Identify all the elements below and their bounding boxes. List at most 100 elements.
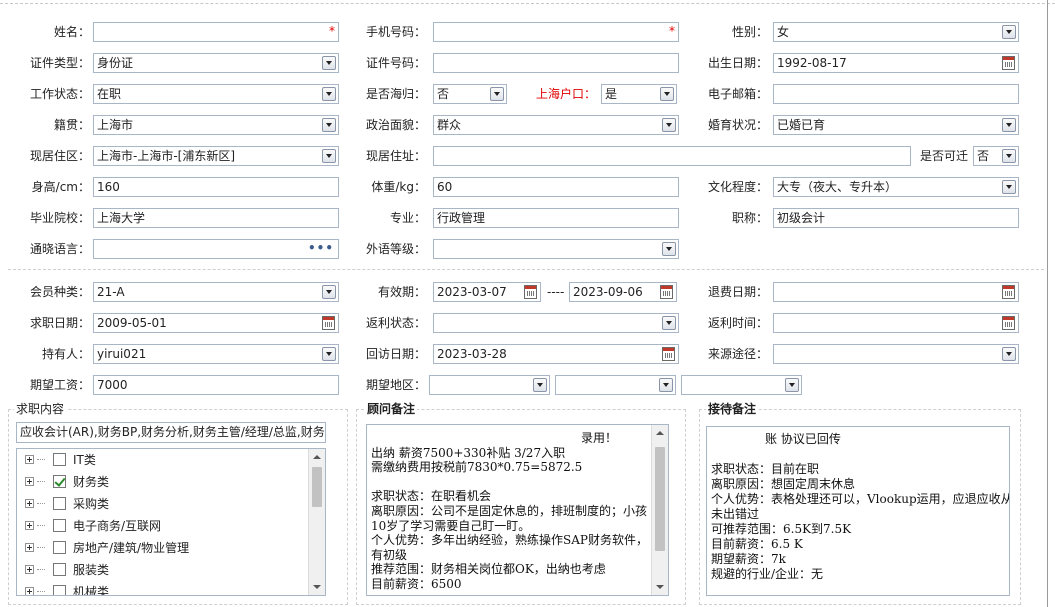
scroll-down-icon[interactable] (652, 579, 668, 595)
chevron-down-icon[interactable] (659, 378, 673, 392)
plus-icon[interactable] (25, 477, 34, 486)
tree-connector (37, 569, 45, 570)
chevron-down-icon[interactable] (1002, 149, 1016, 163)
plus-icon[interactable] (25, 543, 34, 552)
current-address-input[interactable] (433, 146, 911, 166)
current-address-label: 现居住址： (365, 149, 426, 163)
rebate-status-select[interactable] (433, 313, 679, 333)
chevron-down-icon[interactable] (1002, 347, 1016, 361)
can-relocate-label: 是否可迁 (919, 149, 968, 163)
reception-notes-textarea[interactable]: 账 协议已回传 求职状态：目前在职 离职原因：想固定周末休息 个人优势：表格处理还可以… (706, 426, 1010, 596)
chevron-down-icon[interactable] (1002, 118, 1016, 132)
chevron-down-icon[interactable] (322, 87, 336, 101)
chevron-down-icon[interactable] (533, 378, 547, 392)
chevron-down-icon[interactable] (662, 118, 676, 132)
chevron-down-icon[interactable] (322, 347, 336, 361)
native-place-select[interactable]: 上海市 (93, 115, 339, 135)
plus-icon[interactable] (25, 455, 34, 464)
scroll-up-icon[interactable] (309, 449, 325, 465)
languages-input[interactable]: ••• (93, 239, 339, 259)
chevron-down-icon[interactable] (322, 149, 336, 163)
chevron-down-icon[interactable] (322, 118, 336, 132)
expected-region-province-select[interactable] (429, 375, 550, 395)
calendar-icon[interactable] (660, 285, 673, 299)
chevron-down-icon[interactable] (660, 87, 674, 101)
plus-icon[interactable] (25, 521, 34, 530)
holder-select[interactable]: yirui021 (93, 344, 339, 364)
calendar-icon[interactable] (1002, 56, 1015, 70)
birth-date-input[interactable]: 1992-08-17 (773, 53, 1019, 73)
ellipsis-icon[interactable]: ••• (308, 240, 334, 256)
school-input[interactable]: 上海大学 (93, 208, 339, 228)
source-select[interactable] (773, 344, 1019, 364)
name-input[interactable]: * (93, 22, 339, 42)
checkbox-icon[interactable] (53, 453, 66, 466)
job-category-tree[interactable]: IT类 财务类 采购类 电子商务/互联网 房地产/建筑/物业管理 服装类 机械类 (16, 448, 326, 596)
school-value: 上海大学 (97, 211, 146, 225)
member-type-select[interactable]: 21-A (93, 282, 339, 302)
chevron-down-icon[interactable] (662, 242, 676, 256)
validity-start-input[interactable]: 2023-03-07 (433, 282, 541, 302)
id-number-input[interactable] (433, 53, 679, 73)
revisit-date-input[interactable]: 2023-03-28 (433, 344, 679, 364)
height-input[interactable]: 160 (93, 177, 339, 197)
phone-input[interactable]: * (433, 22, 679, 42)
chevron-down-icon[interactable] (322, 56, 336, 70)
tree-scrollbar[interactable] (308, 449, 325, 595)
work-status-value: 在职 (97, 87, 122, 101)
tree-connector (37, 481, 45, 482)
job-seek-date-input[interactable]: 2009-05-01 (93, 313, 339, 333)
expected-region-district-select[interactable] (681, 375, 802, 395)
title-input[interactable]: 初级会计 (773, 208, 1019, 228)
education-select[interactable]: 大专（夜大、专升本） (773, 177, 1019, 197)
consultant-notes-scrollbar[interactable] (651, 425, 668, 595)
scroll-down-icon[interactable] (309, 579, 325, 595)
foreign-level-select[interactable] (433, 239, 679, 259)
checkbox-icon[interactable] (53, 475, 66, 488)
job-content-summary-input[interactable]: 应收会计(AR),财务BP,财务分析,财务主管/经理/总监,财务 (16, 422, 326, 443)
calendar-icon[interactable] (662, 347, 675, 361)
chevron-down-icon[interactable] (662, 316, 676, 330)
major-input[interactable]: 行政管理 (433, 208, 679, 228)
shanghai-hukou-select[interactable]: 是 (601, 84, 677, 104)
weight-label: 体重/kg： (371, 180, 426, 194)
work-status-select[interactable]: 在职 (93, 84, 339, 104)
rebate-time-input[interactable] (773, 313, 1019, 333)
checkbox-icon[interactable] (53, 497, 66, 510)
scroll-up-icon[interactable] (652, 425, 668, 441)
note-line: 目前薪资：6500 (371, 577, 462, 591)
calendar-icon[interactable] (322, 316, 335, 330)
refund-date-input[interactable] (773, 282, 1019, 302)
expected-region-city-select[interactable] (555, 375, 676, 395)
current-area-select[interactable]: 上海市-上海市-[浦东新区] (93, 146, 339, 166)
plus-icon[interactable] (25, 499, 34, 508)
checkbox-icon[interactable] (53, 585, 66, 595)
email-input[interactable] (773, 84, 1019, 104)
chevron-down-icon[interactable] (1002, 25, 1016, 39)
note-line: 有初级 (371, 547, 408, 562)
political-status-select[interactable]: 群众 (433, 115, 679, 135)
checkbox-icon[interactable] (53, 519, 66, 532)
consultant-notes-textarea[interactable]: 录用！ 出纳 薪资7500+330补贴 3/27入职 需缴纳费用按税前7830*0.… (366, 424, 669, 596)
marital-status-select[interactable]: 已婚已育 (773, 115, 1019, 135)
expected-salary-input[interactable]: 7000 (93, 375, 339, 395)
plus-icon[interactable] (25, 565, 34, 574)
can-relocate-select[interactable]: 否 (973, 146, 1019, 166)
calendar-icon[interactable] (1002, 285, 1015, 299)
validity-end-input[interactable]: 2023-09-06 (569, 282, 677, 302)
checkbox-icon[interactable] (53, 563, 66, 576)
returnee-select[interactable]: 否 (433, 84, 507, 104)
gender-select[interactable]: 女 (773, 22, 1019, 42)
weight-input[interactable]: 60 (433, 177, 679, 197)
checkbox-icon[interactable] (53, 541, 66, 554)
id-type-select[interactable]: 身份证 (93, 53, 339, 73)
scroll-thumb[interactable] (312, 467, 322, 507)
chevron-down-icon[interactable] (490, 87, 504, 101)
chevron-down-icon[interactable] (322, 285, 336, 299)
chevron-down-icon[interactable] (1002, 180, 1016, 194)
scroll-thumb[interactable] (655, 447, 665, 551)
chevron-down-icon[interactable] (785, 378, 799, 392)
calendar-icon[interactable] (524, 285, 537, 299)
calendar-icon[interactable] (1002, 316, 1015, 330)
plus-icon[interactable] (25, 587, 34, 595)
